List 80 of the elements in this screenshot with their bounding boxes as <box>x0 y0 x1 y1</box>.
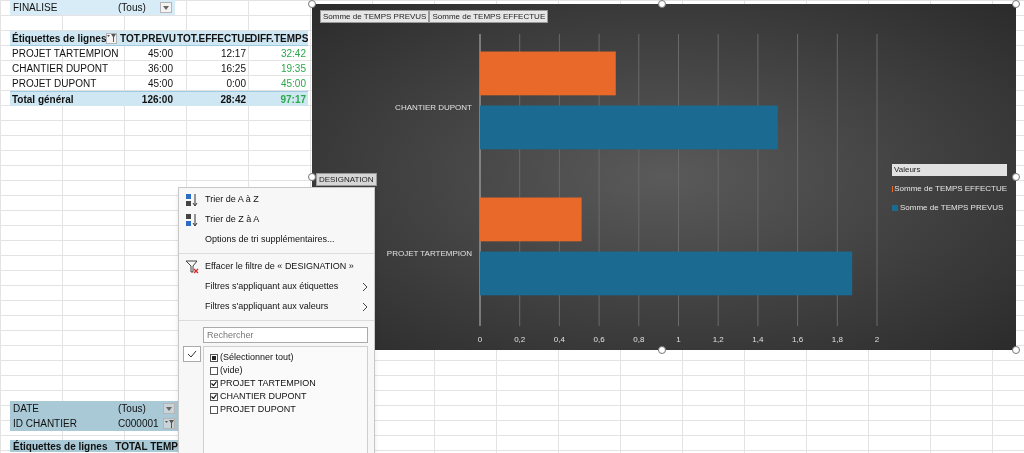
axis-tick-label: 1,4 <box>752 335 764 344</box>
filter-button[interactable] <box>106 32 118 44</box>
column-header: TOTAL TEMP <box>115 439 178 453</box>
table-cell-text: 45:00 <box>279 77 307 91</box>
column-header: Étiquettes de lignes <box>12 439 109 453</box>
resize-handle[interactable] <box>308 0 316 8</box>
total-cell-text: 28:42 <box>219 92 247 107</box>
table-cell-text: PROJET TARTEMPION <box>11 47 118 61</box>
legend-label: Somme de TEMPS PREVUS <box>900 202 1004 214</box>
legend-title: Valeurs <box>892 164 1007 176</box>
total-cell-text: Total général <box>11 92 75 107</box>
search-field[interactable]: Rechercher <box>203 327 368 343</box>
resize-handle[interactable] <box>308 173 316 181</box>
table-cell-text: 12:17 <box>219 47 247 61</box>
checklist-item[interactable]: (Sélectionner tout) <box>210 351 367 364</box>
checkbox[interactable] <box>210 392 218 401</box>
total-cell-text: 126:00 <box>140 92 174 107</box>
filter-icon <box>107 34 117 42</box>
filter-button[interactable] <box>163 418 175 429</box>
total-cell-text: 97:17 <box>279 92 307 107</box>
resize-handle[interactable] <box>1012 173 1020 181</box>
column-header: TOT.PREVU <box>120 31 176 46</box>
axis-tick-label: 0,4 <box>553 335 565 344</box>
axis-tick-label: 1,2 <box>712 335 724 344</box>
sort-icon <box>185 193 199 207</box>
column-header: DIFF.TEMPS <box>250 31 309 46</box>
table-cell-text: CHANTIER DUPONT <box>11 62 110 76</box>
dropdown-button[interactable] <box>163 403 175 414</box>
checklist-item[interactable]: (vide) <box>210 364 367 377</box>
axis-tick-label: 0 <box>477 335 483 344</box>
caret-icon <box>163 5 169 10</box>
field-button[interactable]: Somme de TEMPS PREVUS <box>320 10 430 23</box>
axis-tick-label: 1,6 <box>792 335 804 344</box>
dropdown-button[interactable] <box>160 2 172 13</box>
resize-handle[interactable] <box>658 346 666 354</box>
resize-handle[interactable] <box>1012 0 1020 8</box>
filter-icon <box>164 419 174 428</box>
filter-value: C000001 <box>118 417 160 431</box>
check-toggle-button[interactable] <box>183 346 201 362</box>
axis-field-button[interactable]: DESIGNATION <box>316 173 377 186</box>
axis-tick-label: 1,8 <box>831 335 843 344</box>
field-button[interactable]: Somme de TEMPS EFFECTUE <box>429 10 549 23</box>
checklist-item[interactable]: PROJET TARTEMPION <box>210 377 367 390</box>
checkbox[interactable] <box>210 405 218 414</box>
filter-value: (Tous) <box>118 1 147 15</box>
checkbox[interactable] <box>210 366 218 375</box>
table-cell-text: 16:25 <box>219 62 247 76</box>
category-label: PROJET TARTEMPION <box>386 249 472 258</box>
sort-icon <box>185 213 199 227</box>
table-cell-text: PROJET DUPONT <box>11 77 98 91</box>
checklist-item[interactable]: PROJET DUPONT <box>210 403 367 416</box>
column-header: TOT.EFFECTUE <box>177 31 252 46</box>
checkbox[interactable] <box>210 353 218 362</box>
filter-label: FINALISE <box>12 1 59 15</box>
category-label: CHANTIER DUPONT <box>395 103 472 112</box>
axis-tick-label: 1 <box>676 335 681 344</box>
checklist-item[interactable]: CHANTIER DUPONT <box>210 390 367 403</box>
axis-tick-label: 0,2 <box>514 335 526 344</box>
resize-handle[interactable] <box>658 0 666 8</box>
chevron-right-icon <box>363 303 368 311</box>
clear-filter-icon <box>185 260 199 274</box>
legend-label: Somme de TEMPS EFFECTUE <box>894 183 1007 195</box>
checkbox[interactable] <box>210 379 218 388</box>
table-cell-text: 0:00 <box>225 77 247 91</box>
check-icon <box>187 350 197 358</box>
filter-label: DATE <box>12 402 40 416</box>
table-cell-text: 19:35 <box>279 62 307 76</box>
chevron-right-icon <box>363 283 368 291</box>
axis-tick-label: 2 <box>874 335 880 344</box>
axis-tick-label: 0,8 <box>633 335 645 344</box>
table-cell-text: 36:00 <box>146 62 174 76</box>
column-header: Étiquettes de lignes <box>12 31 107 46</box>
table-cell-text: 45:00 <box>146 47 174 61</box>
axis-tick-label: 0,6 <box>593 335 605 344</box>
resize-handle[interactable] <box>1012 346 1020 354</box>
caret-icon <box>166 406 172 411</box>
table-cell-text: 45:00 <box>146 77 174 91</box>
filter-value: (Tous) <box>118 402 147 416</box>
filter-label: ID CHANTIER <box>12 417 78 431</box>
table-cell-text: 32:42 <box>279 47 307 61</box>
